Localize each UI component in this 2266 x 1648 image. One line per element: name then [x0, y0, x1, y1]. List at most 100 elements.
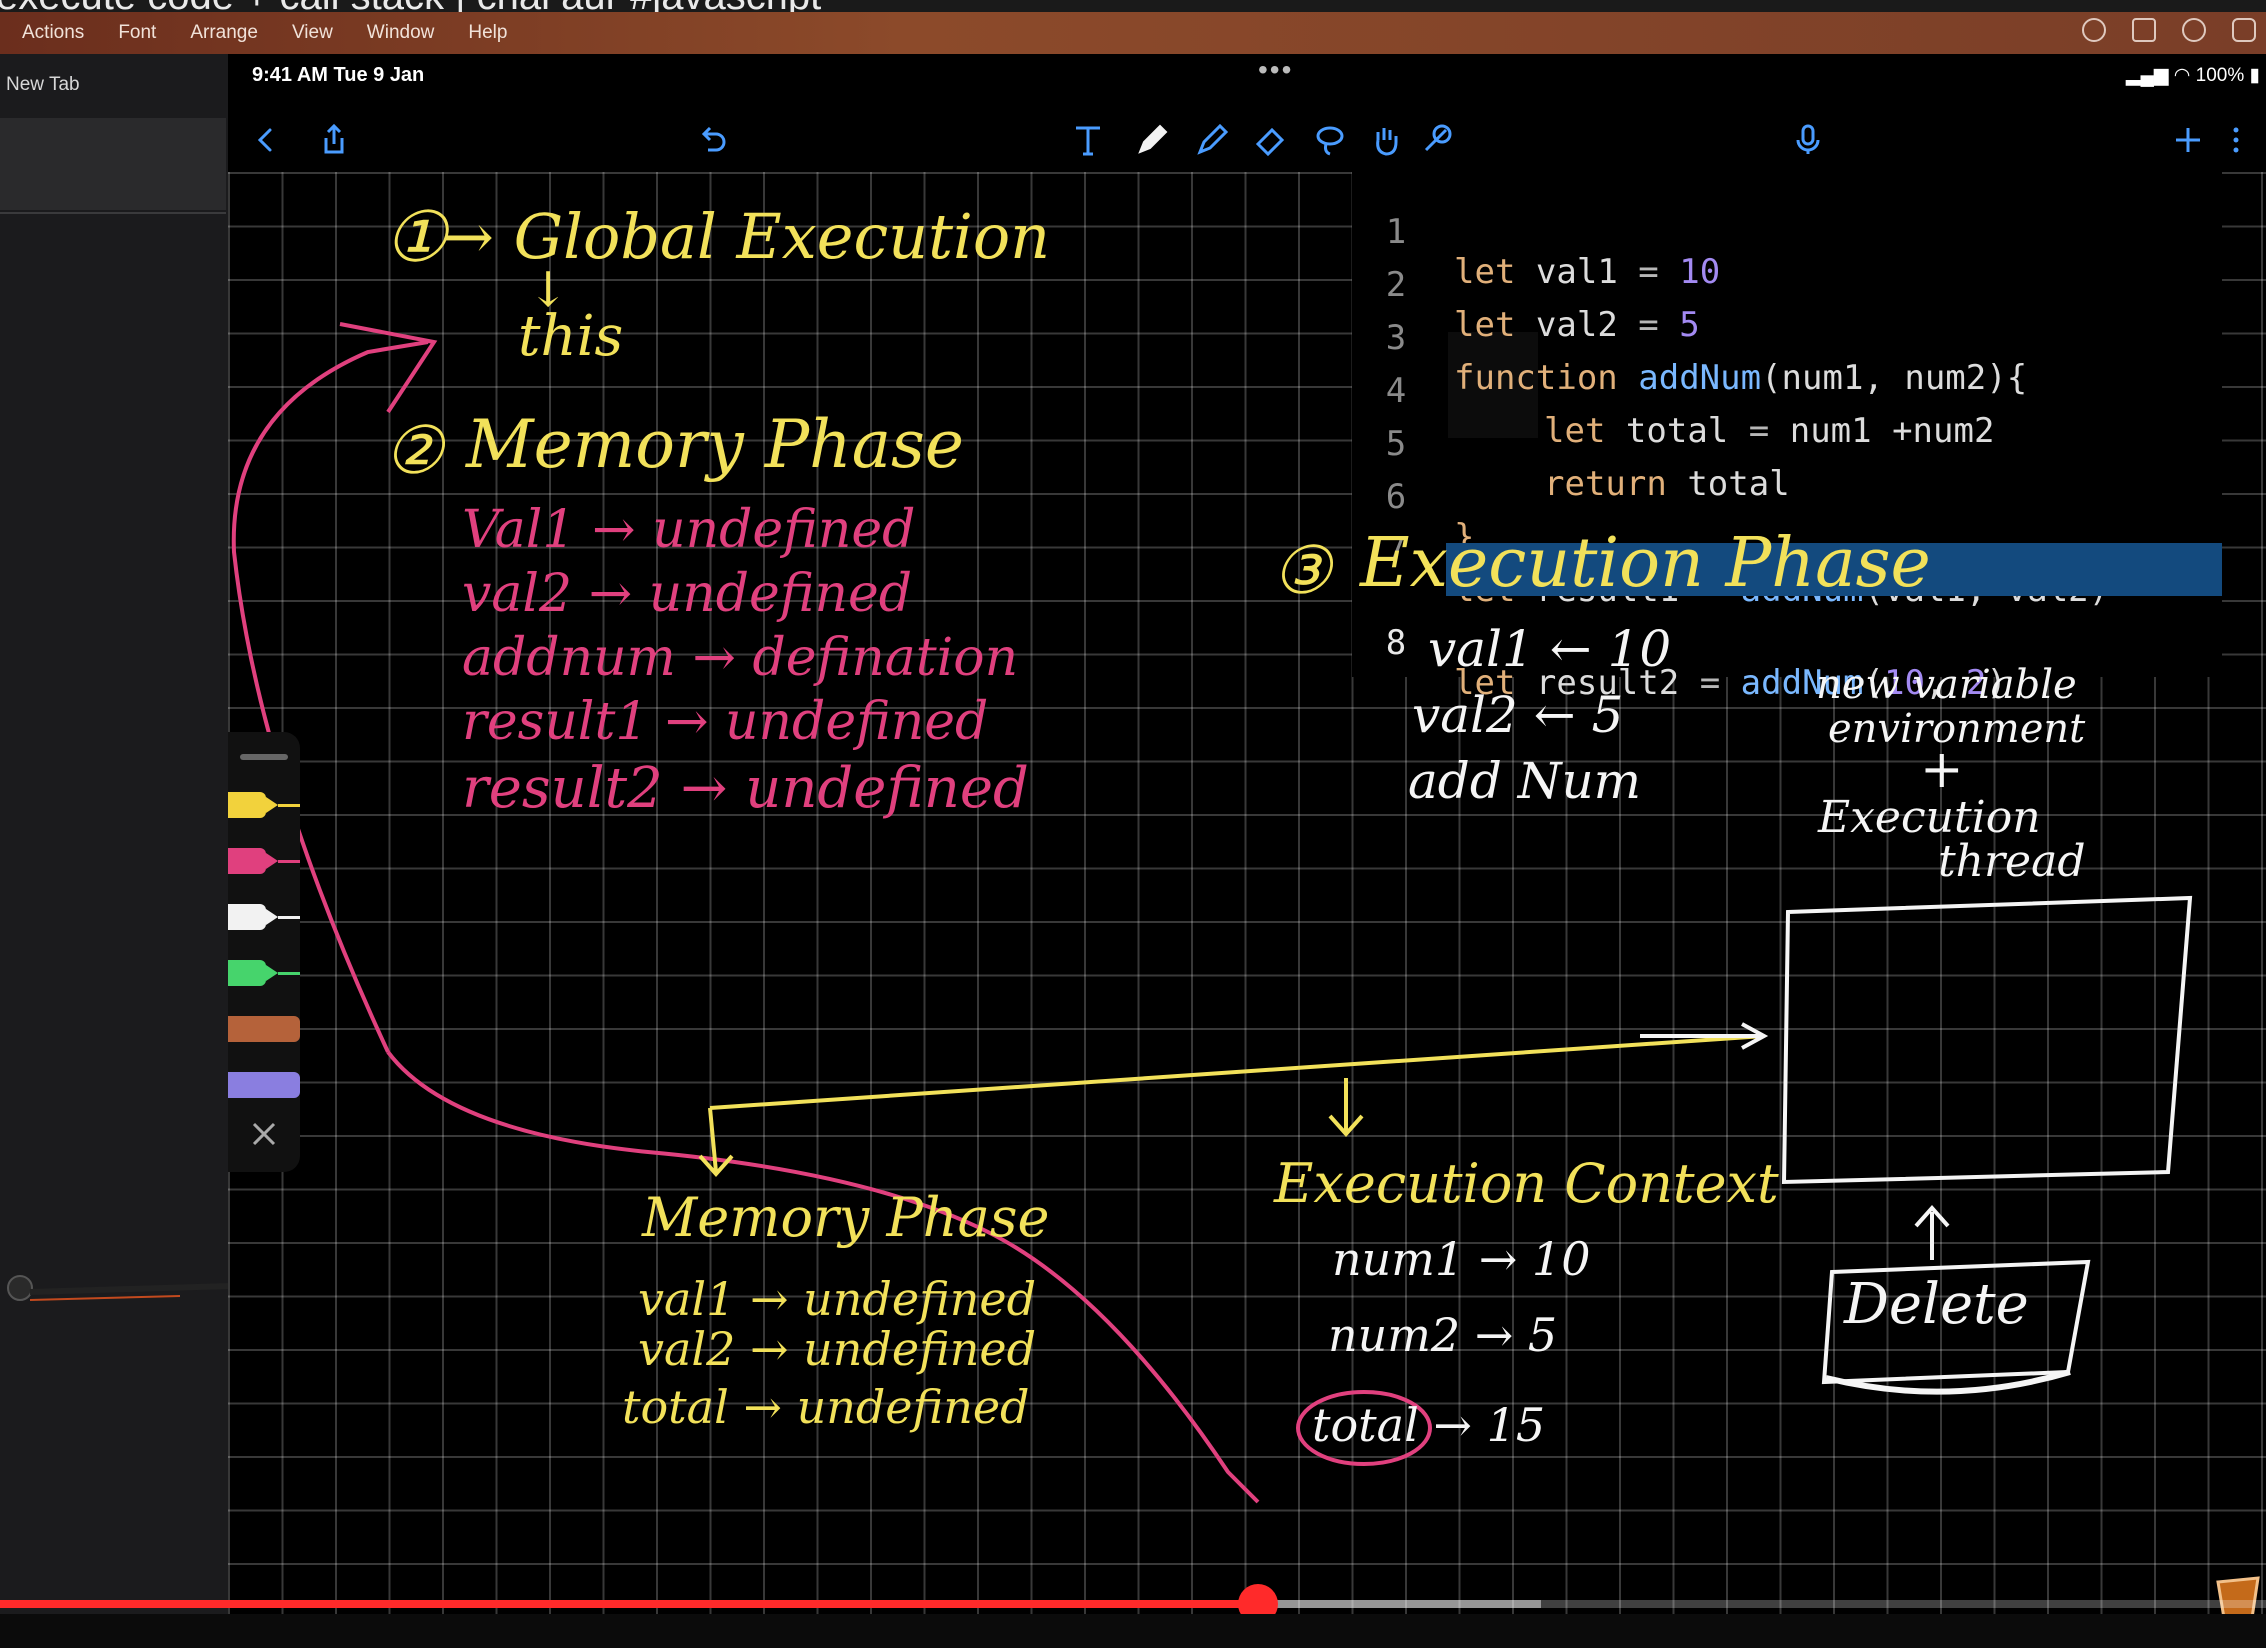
menubar-camera-icon[interactable] — [2132, 18, 2156, 42]
lasso-icon[interactable] — [1308, 118, 1352, 162]
menu-view[interactable]: View — [292, 22, 333, 44]
memory-result1: result1 → undefined — [462, 692, 989, 752]
step1-this: this — [518, 304, 624, 369]
brown-pen[interactable] — [228, 1012, 300, 1046]
exec-value: 10 — [1607, 620, 1672, 678]
link-icon[interactable] — [1414, 118, 1458, 162]
up-arrow — [1914, 1204, 1950, 1260]
exec-var: val1 — [1428, 620, 1534, 678]
highlighter-icon[interactable] — [1190, 118, 1234, 162]
chai-logo-icon — [2216, 1576, 2260, 1619]
exec-context-total: total → 15 — [1312, 1398, 1546, 1452]
code-line-1: 1 let val1 = 10 — [1352, 172, 2222, 292]
menu-help[interactable]: Help — [468, 22, 507, 44]
mac-menu-bar: Actions Font Arrange View Window Help — [0, 12, 2266, 54]
exec-context-title: Execution Context — [1274, 1152, 1779, 1215]
exec-var: add Num — [1408, 752, 1642, 810]
ipad-screen: 9:41 AM Tue 9 Jan ••• ▂▄▆ ◠ 100% ▮ 1 let… — [228, 54, 2266, 1619]
box-line-1: new variable — [1816, 662, 2077, 708]
yellow-pen[interactable] — [228, 788, 300, 822]
memory-addnum: addnum → defination — [462, 628, 1019, 688]
exec-context-num1: num1 → 10 — [1332, 1232, 1591, 1286]
multitask-dots-icon[interactable]: ••• — [1258, 54, 1293, 86]
code-line-3: 3 function addNum(num1, num2){ — [1352, 278, 2222, 398]
menu-arrange[interactable]: Arrange — [190, 22, 258, 44]
sub-memory-val1: val1 → undefined — [638, 1272, 1037, 1326]
microphone-icon[interactable] — [1786, 118, 1830, 162]
code-line-5: 5 return total — [1352, 384, 2222, 504]
pen-palette — [228, 732, 300, 1172]
exec-arrow: ← — [1533, 686, 1576, 744]
browser-sidebar: New Tab — [0, 54, 230, 1614]
memory-val1: Val1 → undefined — [462, 500, 916, 560]
player-controls — [0, 1614, 2266, 1648]
line-number: 8 — [1385, 623, 1407, 663]
sidebar-tab[interactable] — [0, 118, 226, 210]
ipad-status-bar: 9:41 AM Tue 9 Jan ••• ▂▄▆ ◠ 100% ▮ — [228, 54, 2266, 98]
close-palette-icon[interactable] — [250, 1120, 278, 1148]
yellow-branch-line — [709, 1034, 1765, 1110]
memory-val2: val2 → undefined — [462, 564, 912, 624]
addnum-arrow — [1640, 1022, 1769, 1050]
code-line-2: 2 let val2 = 5 — [1352, 225, 2222, 345]
delete-label: Delete — [1844, 1272, 2029, 1337]
video-progress-bar[interactable] — [0, 1584, 2266, 1624]
palette-drag-handle[interactable] — [240, 754, 288, 760]
share-icon[interactable] — [312, 118, 356, 162]
sub-memory-val2: val2 → undefined — [638, 1322, 1037, 1376]
pink-arrow-head — [339, 322, 438, 414]
battery-percent: 100% — [2195, 65, 2245, 86]
step2-heading: Memory Phase — [466, 406, 964, 483]
box-plus: + — [1920, 740, 1964, 800]
white-pen[interactable] — [228, 900, 300, 934]
sidebar-divider — [0, 212, 226, 214]
exec-row-3: add Num — [1408, 752, 1641, 810]
text-tool-icon[interactable] — [1066, 118, 1110, 162]
video-title-strip: execute code + call stack | chai aur #ja… — [0, 0, 2266, 12]
menu-window[interactable]: Window — [367, 22, 435, 44]
eraser-icon[interactable] — [1248, 118, 1292, 162]
memory-result2: result2 → undefined — [462, 756, 1029, 821]
exec-row-2: val2 ← 5 — [1412, 686, 1623, 744]
menubar-control-center-icon[interactable] — [2232, 18, 2256, 42]
back-icon[interactable] — [244, 118, 288, 162]
exec-var: val2 — [1412, 686, 1518, 744]
menu-actions[interactable]: Actions — [22, 22, 84, 44]
step2-number: ② — [384, 412, 444, 489]
step1-number: ① — [384, 196, 447, 278]
hand-icon[interactable] — [1364, 118, 1408, 162]
note-canvas[interactable]: 1 let val1 = 10 2 let val2 = 5 3 functio… — [228, 172, 2266, 1619]
exec-value: 5 — [1591, 686, 1624, 744]
video-title: execute code + call stack | chai aur #ja… — [0, 0, 821, 12]
exec-arrow: ← — [1549, 620, 1592, 678]
step3-heading: Execution Phase — [1360, 524, 1931, 603]
delete-bin-base — [1825, 1369, 2071, 1395]
more-icon[interactable] — [2214, 118, 2258, 162]
menu-font[interactable]: Font — [118, 22, 156, 44]
add-icon[interactable] — [2166, 118, 2210, 162]
code-line-6: 6 } — [1352, 437, 2222, 557]
new-tab-button[interactable]: New Tab — [6, 74, 80, 96]
variable-environment-box — [1781, 895, 2193, 1185]
pink-pen[interactable] — [228, 844, 300, 878]
menubar-app-icon[interactable] — [2082, 18, 2106, 42]
pen-tool-icon[interactable] — [1130, 118, 1174, 162]
code-line-4: 4 let total = num1 +num2 — [1352, 331, 2222, 451]
green-pen[interactable] — [228, 956, 300, 990]
notes-toolbar — [228, 110, 2266, 170]
sub-memory-title: Memory Phase — [642, 1186, 1050, 1249]
status-battery: ▂▄▆ ◠ 100% ▮ — [2125, 65, 2260, 86]
lavender-pen[interactable] — [228, 1068, 300, 1102]
step3-number: ③ — [1272, 532, 1332, 609]
box-line-4: thread — [1938, 836, 2086, 887]
menu-status-icons — [2082, 18, 2256, 42]
microphone-arm — [7, 1275, 230, 1301]
progress-played — [0, 1600, 1258, 1608]
code-token: = — [1699, 663, 1721, 703]
exec-row-1: val1 ← 10 — [1428, 620, 1671, 678]
yellow-down-arrow-right — [1328, 1078, 1364, 1138]
exec-context-num2: num2 → 5 — [1328, 1308, 1558, 1362]
menubar-wifi-icon[interactable] — [2182, 18, 2206, 42]
undo-icon[interactable] — [690, 118, 734, 162]
sub-memory-total: total → undefined — [622, 1380, 1030, 1434]
